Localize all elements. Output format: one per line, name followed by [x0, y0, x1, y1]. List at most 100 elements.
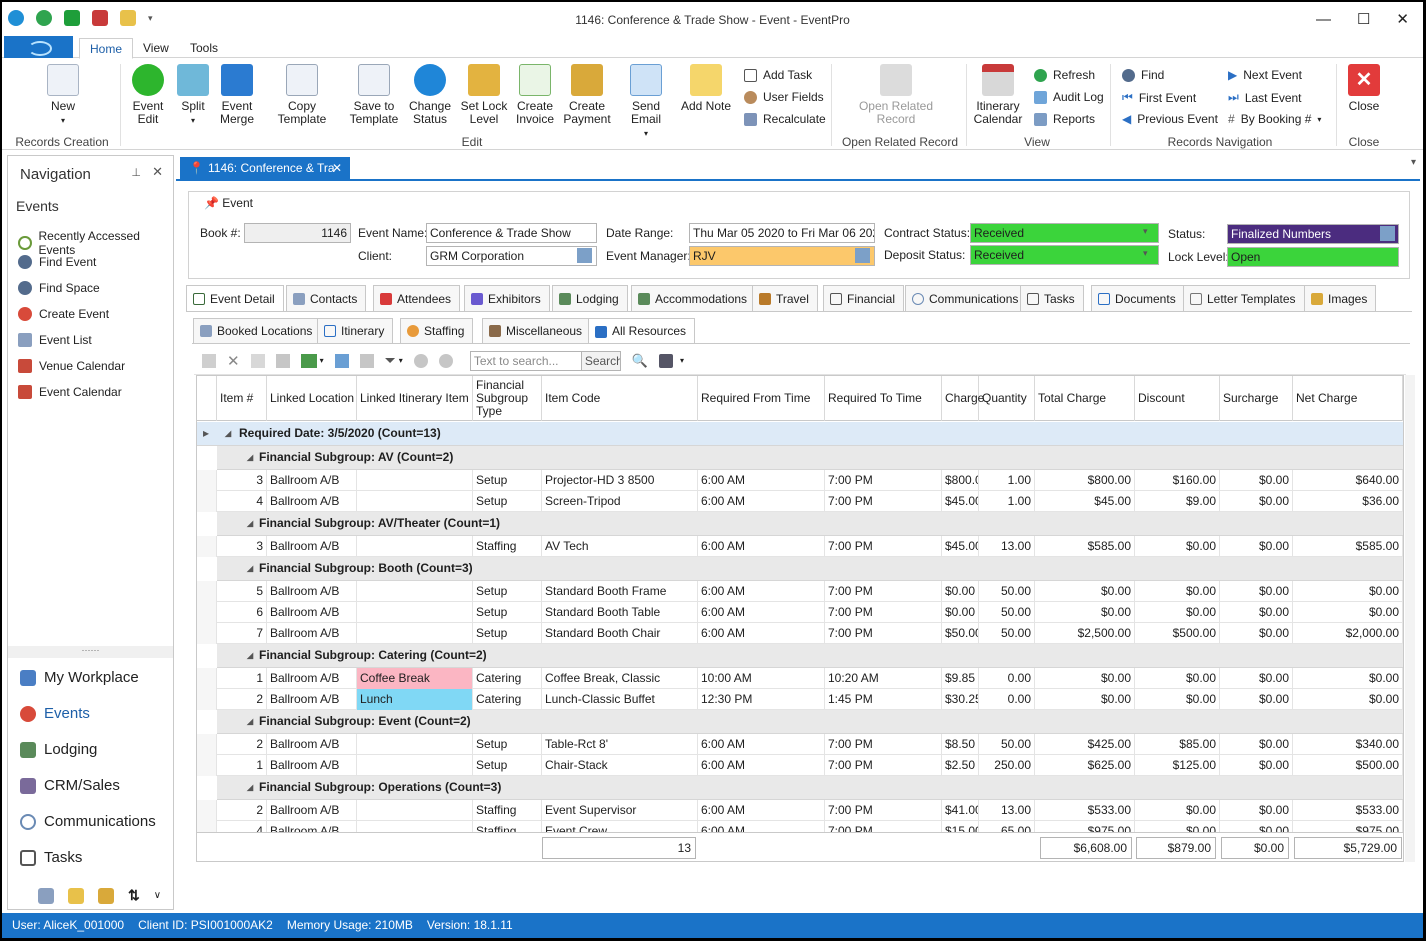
copy-icon[interactable] — [275, 353, 290, 368]
cell-financial-subgroup-type[interactable]: Setup — [473, 491, 542, 512]
new-button[interactable]: New ▾ — [42, 64, 84, 127]
cell-discount[interactable]: $0.00 — [1135, 800, 1220, 821]
cell-discount[interactable]: $125.00 — [1135, 755, 1220, 776]
cell-required-to-time[interactable]: 7:00 PM — [825, 491, 942, 512]
cell-linked-itinerary-item[interactable] — [357, 755, 473, 776]
cell-discount[interactable]: $500.00 — [1135, 623, 1220, 644]
cell-required-to-time[interactable]: 7:00 PM — [825, 734, 942, 755]
cell-total-charge[interactable]: $45.00 — [1035, 491, 1135, 512]
cell-required-to-time[interactable]: 7:00 PM — [825, 581, 942, 602]
refresh-button[interactable]: Refresh — [1034, 68, 1095, 82]
cell-surcharge[interactable]: $0.00 — [1220, 734, 1293, 755]
tab-documents[interactable]: Documents — [1091, 285, 1185, 311]
cell-quantity[interactable]: 13.00 — [979, 800, 1035, 821]
cell-item-[interactable]: 1 — [217, 755, 267, 776]
cell-required-to-time[interactable]: 7:00 PM — [825, 470, 942, 491]
table-row[interactable]: 3 Ballroom A/B Setup Projector-HD 3 8500 6:0… — [197, 470, 1403, 491]
column-header[interactable]: Quantity — [979, 376, 1035, 421]
table-row[interactable]: 2 Ballroom A/B Setup Table-Rct 8' 6:00 AM 7:0… — [197, 734, 1403, 755]
maximize-icon[interactable]: ☐ — [1357, 10, 1370, 28]
cell-surcharge[interactable]: $0.00 — [1220, 491, 1293, 512]
cell-charge[interactable]: $2.50 — [942, 755, 979, 776]
import-icon[interactable] — [334, 353, 349, 368]
cell-item-code[interactable]: Table-Rct 8' — [542, 734, 698, 755]
event-edit-button[interactable]: Event Edit — [126, 64, 170, 126]
cell-total-charge[interactable]: $533.00 — [1035, 800, 1135, 821]
table-row[interactable]: 3 Ballroom A/B Staffing AV Tech 6:00 AM 7:00 … — [197, 536, 1403, 557]
cell-linked-itinerary-item[interactable] — [357, 623, 473, 644]
cell-total-charge[interactable]: $425.00 — [1035, 734, 1135, 755]
cell-quantity[interactable]: 0.00 — [979, 689, 1035, 710]
audit-log-button[interactable]: Audit Log — [1034, 90, 1104, 104]
cell-total-charge[interactable]: $2,500.00 — [1035, 623, 1135, 644]
cell-net-charge[interactable]: $2,000.00 — [1293, 623, 1403, 644]
cell-item-code[interactable]: Event Supervisor — [542, 800, 698, 821]
save-layout-icon[interactable] — [659, 353, 673, 368]
magnifier-icon[interactable]: 🔍 — [632, 353, 648, 369]
cell-quantity[interactable]: 50.00 — [979, 623, 1035, 644]
cell-item-[interactable]: 6 — [217, 602, 267, 623]
cell-quantity[interactable]: 50.00 — [979, 734, 1035, 755]
cell-net-charge[interactable]: $533.00 — [1293, 800, 1403, 821]
cell-item-[interactable]: 2 — [217, 734, 267, 755]
cell-charge[interactable]: $41.00 — [942, 800, 979, 821]
panel-splitter[interactable]: ······ — [8, 646, 173, 658]
previous-event-button[interactable]: ◀ Previous Event — [1122, 112, 1218, 126]
chevron-down-icon[interactable]: ▾ — [1143, 248, 1148, 259]
table-row[interactable]: 1 Ballroom A/B Coffee Break Catering Coffee … — [197, 668, 1403, 689]
tab-list-icon[interactable]: ▾ — [1411, 157, 1416, 168]
send-email-button[interactable]: Send Email ▾ — [618, 64, 674, 140]
tab-tools[interactable]: Tools — [180, 38, 228, 59]
cell-linked-location[interactable]: Ballroom A/B — [267, 800, 357, 821]
nav-item-find-space[interactable]: Find Space — [18, 281, 100, 295]
cell-net-charge[interactable]: $640.00 — [1293, 470, 1403, 491]
nav-big-my-workplace[interactable]: My Workplace — [20, 669, 139, 686]
cell-item-code[interactable]: Projector-HD 3 8500 — [542, 470, 698, 491]
tab-communications[interactable]: Communications — [905, 285, 1028, 311]
subgroup-row[interactable]: ◢ Financial Subgroup: Operations (Count=3… — [217, 776, 1403, 800]
cell-financial-subgroup-type[interactable]: Setup — [473, 602, 542, 623]
cell-item-code[interactable]: Lunch-Classic Buffet — [542, 689, 698, 710]
close-button[interactable]: ✕ Close — [1344, 64, 1384, 113]
transfer-icon[interactable] — [98, 887, 114, 904]
cell-surcharge[interactable]: $0.00 — [1220, 602, 1293, 623]
cell-required-to-time[interactable]: 7:00 PM — [825, 623, 942, 644]
nav-big-tasks[interactable]: Tasks — [20, 849, 82, 866]
cell-total-charge[interactable]: $0.00 — [1035, 668, 1135, 689]
cell-surcharge[interactable]: $0.00 — [1220, 581, 1293, 602]
cancel-icon[interactable] — [413, 353, 428, 368]
cell-required-from-time[interactable]: 6:00 AM — [698, 755, 825, 776]
tab-financial[interactable]: Financial — [823, 285, 905, 311]
cell-total-charge[interactable]: $0.00 — [1035, 581, 1135, 602]
cell-linked-location[interactable]: Ballroom A/B — [267, 623, 357, 644]
tab-lodging[interactable]: Lodging — [552, 285, 628, 311]
cell-total-charge[interactable]: $625.00 — [1035, 755, 1135, 776]
cell-net-charge[interactable]: $0.00 — [1293, 581, 1403, 602]
table-row[interactable]: 2 Ballroom A/B Lunch Catering Lunch-Classic … — [197, 689, 1403, 710]
cell-total-charge[interactable]: $0.00 — [1035, 602, 1135, 623]
cell-required-from-time[interactable]: 12:30 PM — [698, 689, 825, 710]
cell-surcharge[interactable]: $0.00 — [1220, 755, 1293, 776]
table-row[interactable]: 2 Ballroom A/B Staffing Event Supervisor 6:0… — [197, 800, 1403, 821]
cell-linked-location[interactable]: Ballroom A/B — [267, 581, 357, 602]
cell-quantity[interactable]: 0.00 — [979, 668, 1035, 689]
subgroup-row[interactable]: ◢ Financial Subgroup: Catering (Count=2) — [217, 644, 1403, 668]
contract-status-select[interactable]: Received — [970, 223, 1159, 243]
cell-surcharge[interactable]: $0.00 — [1220, 470, 1293, 491]
nav-item-venue-calendar[interactable]: Venue Calendar — [18, 359, 125, 373]
cell-linked-itinerary-item[interactable] — [357, 491, 473, 512]
column-header[interactable]: Financial Subgroup Type — [473, 376, 542, 421]
cell-quantity[interactable]: 250.00 — [979, 755, 1035, 776]
cell-item-[interactable]: 3 — [217, 470, 267, 491]
event-name-field[interactable]: Conference & Trade Show — [426, 223, 597, 243]
cell-item-[interactable]: 7 — [217, 623, 267, 644]
subgroup-row[interactable]: ◢ Financial Subgroup: AV (Count=2) — [217, 446, 1403, 470]
cell-required-from-time[interactable]: 6:00 AM — [698, 734, 825, 755]
cell-linked-itinerary-item[interactable] — [357, 581, 473, 602]
cell-charge[interactable]: $0.00 — [942, 602, 979, 623]
cell-net-charge[interactable]: $0.00 — [1293, 689, 1403, 710]
subgroup-row[interactable]: ◢ Financial Subgroup: AV/Theater (Count=1… — [217, 512, 1403, 536]
cell-charge[interactable]: $9.85 — [942, 668, 979, 689]
cell-charge[interactable]: $0.00 — [942, 581, 979, 602]
cell-surcharge[interactable]: $0.00 — [1220, 800, 1293, 821]
